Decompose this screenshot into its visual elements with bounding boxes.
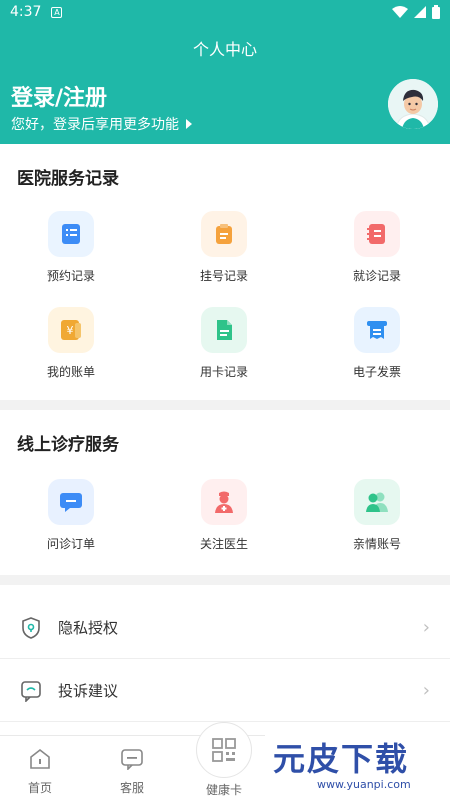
document-icon [201, 307, 247, 353]
complaint-suggestion-label: 投诉建议 [58, 682, 119, 700]
avatar[interactable] [388, 79, 438, 129]
caret-right-icon [186, 119, 192, 129]
notebook-icon [354, 211, 400, 257]
status-icons [392, 5, 440, 19]
watermark-url: www.yuanpi.com [317, 778, 411, 791]
user-avatar-icon [388, 79, 438, 129]
chevron-right-icon: › [422, 680, 430, 701]
visit-records[interactable]: 就诊记录 [322, 211, 432, 284]
family-accounts-label: 亲情账号 [352, 537, 401, 551]
tab-home-label: 首页 [27, 781, 52, 795]
status-time: 4:37 [10, 4, 42, 20]
watermark-text: 元皮下载 [273, 740, 410, 778]
visit-records-label: 就诊记录 [352, 269, 401, 283]
customer-service-icon [121, 749, 143, 771]
appointment-records[interactable]: 预约记录 [16, 211, 126, 284]
registration-records[interactable]: 挂号记录 [169, 211, 279, 284]
health-card-button[interactable] [196, 722, 252, 778]
privacy-authorization-row[interactable]: 隐私授权 › [0, 597, 450, 659]
consultation-orders-label: 问诊订单 [46, 537, 95, 551]
followed-doctors[interactable]: 关注医生 [169, 479, 279, 552]
tab-health-card-label: 健康卡 [205, 783, 242, 797]
watermark-logo: 元皮下载 www.yuanpi.com [265, 726, 450, 800]
battery-icon [432, 5, 440, 19]
notification-icon: A [51, 6, 63, 18]
e-invoice[interactable]: 电子发票 [322, 307, 432, 380]
appointment-icon [48, 211, 94, 257]
appointment-records-label: 预约记录 [46, 269, 95, 283]
settings-list: 隐私授权 › 投诉建议 › [0, 585, 450, 735]
tab-health-card[interactable]: 健康卡 [184, 776, 264, 798]
family-icon [354, 479, 400, 525]
followed-doctors-label: 关注医生 [199, 537, 248, 551]
profile-header: 个人中心 登录/注册 您好，登录后享用更多功能 [0, 24, 450, 144]
hospital-records-card: 医院服务记录 预约记录 挂号记录 就诊记录 ¥ 我的账单 用卡记录 电子发票 [0, 144, 450, 400]
wifi-icon [392, 6, 408, 18]
my-bills-label: 我的账单 [46, 365, 95, 379]
signal-icon [414, 6, 426, 18]
card-usage-records[interactable]: 用卡记录 [169, 307, 279, 380]
my-bills[interactable]: ¥ 我的账单 [16, 307, 126, 380]
receipt-icon [354, 307, 400, 353]
tab-customer-service-label: 客服 [119, 781, 144, 795]
login-hint[interactable]: 您好，登录后享用更多功能 [11, 114, 193, 134]
e-invoice-label: 电子发票 [352, 365, 401, 379]
login-register-link[interactable]: 登录/注册 [11, 80, 107, 112]
feedback-icon [21, 680, 41, 702]
online-services-card: 线上诊疗服务 问诊订单 关注医生 亲情账号 [0, 410, 450, 575]
consultation-orders[interactable]: 问诊订单 [16, 479, 126, 552]
bill-icon: ¥ [48, 307, 94, 353]
svg-text:¥: ¥ [67, 324, 74, 337]
complaint-suggestion-row[interactable]: 投诉建议 › [0, 660, 450, 722]
clipboard-icon [201, 211, 247, 257]
online-services-title: 线上诊疗服务 [17, 435, 119, 455]
registration-records-label: 挂号记录 [199, 269, 248, 283]
tab-home[interactable]: 首页 [0, 748, 80, 796]
shield-icon [22, 616, 40, 639]
qr-code-icon [212, 738, 236, 762]
chat-icon [48, 479, 94, 525]
home-icon [30, 748, 50, 769]
tab-customer-service[interactable]: 客服 [92, 748, 172, 796]
hospital-records-title: 医院服务记录 [17, 169, 119, 189]
status-bar: 4:37 A [0, 0, 450, 24]
page-title: 个人中心 [192, 40, 257, 59]
doctor-icon [201, 479, 247, 525]
chevron-right-icon: › [422, 617, 430, 638]
login-hint-text: 您好，登录后享用更多功能 [11, 117, 179, 133]
privacy-authorization-label: 隐私授权 [58, 619, 119, 637]
card-usage-records-label: 用卡记录 [199, 365, 248, 379]
family-accounts[interactable]: 亲情账号 [322, 479, 432, 552]
